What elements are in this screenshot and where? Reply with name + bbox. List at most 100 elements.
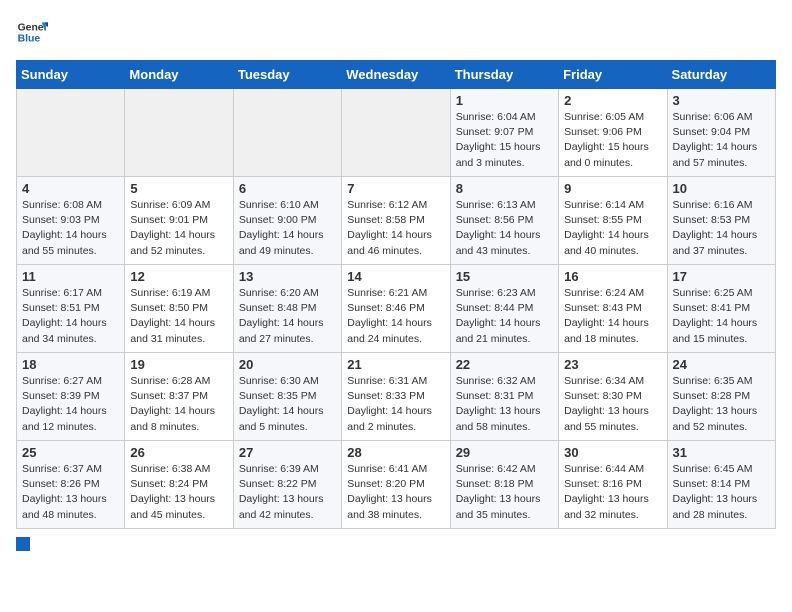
day-cell: 22 Sunrise: 6:32 AM Sunset: 8:31 PM Dayli… xyxy=(450,353,558,441)
day-number: 22 xyxy=(456,357,553,372)
day-number: 10 xyxy=(673,181,770,196)
day-number: 29 xyxy=(456,445,553,460)
day-number: 18 xyxy=(22,357,119,372)
day-cell: 12Sunrise: 6:19 AM Sunset: 8:50 PM Dayli… xyxy=(125,265,233,353)
day-detail: Sunrise: 6:05 AM Sunset: 9:06 PM Dayligh… xyxy=(564,110,661,171)
day-number: 1 xyxy=(456,93,553,108)
day-detail: Sunrise: 6:08 AM Sunset: 9:03 PM Dayligh… xyxy=(22,198,119,259)
day-detail: Sunrise: 6:27 AM Sunset: 8:39 PM Dayligh… xyxy=(22,374,119,435)
day-cell: 5Sunrise: 6:09 AM Sunset: 9:01 PM Daylig… xyxy=(125,177,233,265)
day-number: 30 xyxy=(564,445,661,460)
day-cell: 26Sunrise: 6:38 AM Sunset: 8:24 PM Dayli… xyxy=(125,441,233,529)
day-number: 27 xyxy=(239,445,336,460)
day-number: 24 xyxy=(673,357,770,372)
day-cell: 23 Sunrise: 6:34 AM Sunset: 8:30 PM Dayli… xyxy=(559,353,667,441)
day-number: 9 xyxy=(564,181,661,196)
page-header: General Blue xyxy=(16,16,776,48)
day-number: 7 xyxy=(347,181,444,196)
day-detail: Sunrise: 6:45 AM Sunset: 8:14 PM Dayligh… xyxy=(673,462,770,523)
day-number: 21 xyxy=(347,357,444,372)
day-detail: Sunrise: 6:09 AM Sunset: 9:01 PM Dayligh… xyxy=(130,198,227,259)
day-number: 15 xyxy=(456,269,553,284)
day-cell: 6Sunrise: 6:10 AM Sunset: 9:00 PM Daylig… xyxy=(233,177,341,265)
day-detail: Sunrise: 6:32 AM Sunset: 8:31 PM Dayligh… xyxy=(456,374,553,435)
day-cell: 28 Sunrise: 6:41 AM Sunset: 8:20 PM Dayli… xyxy=(342,441,450,529)
day-cell: 20 Sunrise: 6:30 AM Sunset: 8:35 PM Dayli… xyxy=(233,353,341,441)
day-cell: 10 Sunrise: 6:16 AM Sunset: 8:53 PM Dayli… xyxy=(667,177,775,265)
day-detail: Sunrise: 6:24 AM Sunset: 8:43 PM Dayligh… xyxy=(564,286,661,347)
day-cell: 16 Sunrise: 6:24 AM Sunset: 8:43 PM Dayli… xyxy=(559,265,667,353)
day-detail: Sunrise: 6:21 AM Sunset: 8:46 PM Dayligh… xyxy=(347,286,444,347)
day-number: 8 xyxy=(456,181,553,196)
day-detail: Sunrise: 6:16 AM Sunset: 8:53 PM Dayligh… xyxy=(673,198,770,259)
logo: General Blue xyxy=(16,16,48,48)
day-detail: Sunrise: 6:42 AM Sunset: 8:18 PM Dayligh… xyxy=(456,462,553,523)
day-number: 20 xyxy=(239,357,336,372)
col-header-wednesday: Wednesday xyxy=(342,61,450,89)
svg-text:Blue: Blue xyxy=(18,34,41,45)
day-number: 6 xyxy=(239,181,336,196)
day-number: 25 xyxy=(22,445,119,460)
day-detail: Sunrise: 6:31 AM Sunset: 8:33 PM Dayligh… xyxy=(347,374,444,435)
day-detail: Sunrise: 6:34 AM Sunset: 8:30 PM Dayligh… xyxy=(564,374,661,435)
day-cell: 21 Sunrise: 6:31 AM Sunset: 8:33 PM Dayli… xyxy=(342,353,450,441)
footer-bar xyxy=(16,537,776,551)
day-cell xyxy=(342,89,450,177)
day-number: 17 xyxy=(673,269,770,284)
day-number: 12 xyxy=(130,269,227,284)
day-detail: Sunrise: 6:35 AM Sunset: 8:28 PM Dayligh… xyxy=(673,374,770,435)
day-number: 14 xyxy=(347,269,444,284)
day-detail: Sunrise: 6:28 AM Sunset: 8:37 PM Dayligh… xyxy=(130,374,227,435)
day-cell: 9Sunrise: 6:14 AM Sunset: 8:55 PM Daylig… xyxy=(559,177,667,265)
col-header-tuesday: Tuesday xyxy=(233,61,341,89)
day-number: 16 xyxy=(564,269,661,284)
day-number: 31 xyxy=(673,445,770,460)
day-number: 28 xyxy=(347,445,444,460)
day-cell: 4 Sunrise: 6:08 AM Sunset: 9:03 PM Daylig… xyxy=(17,177,125,265)
day-detail: Sunrise: 6:39 AM Sunset: 8:22 PM Dayligh… xyxy=(239,462,336,523)
day-cell xyxy=(125,89,233,177)
day-detail: Sunrise: 6:30 AM Sunset: 8:35 PM Dayligh… xyxy=(239,374,336,435)
day-cell: 27 Sunrise: 6:39 AM Sunset: 8:22 PM Dayli… xyxy=(233,441,341,529)
day-number: 4 xyxy=(22,181,119,196)
day-cell: 25Sunrise: 6:37 AM Sunset: 8:26 PM Dayli… xyxy=(17,441,125,529)
header-row: SundayMondayTuesdayWednesdayThursdayFrid… xyxy=(17,61,776,89)
day-detail: Sunrise: 6:25 AM Sunset: 8:41 PM Dayligh… xyxy=(673,286,770,347)
day-cell: 1 Sunrise: 6:04 AM Sunset: 9:07 PM Daylig… xyxy=(450,89,558,177)
day-detail: Sunrise: 6:44 AM Sunset: 8:16 PM Dayligh… xyxy=(564,462,661,523)
day-detail: Sunrise: 6:41 AM Sunset: 8:20 PM Dayligh… xyxy=(347,462,444,523)
day-cell: 30 Sunrise: 6:44 AM Sunset: 8:16 PM Dayli… xyxy=(559,441,667,529)
day-cell: 31 Sunrise: 6:45 AM Sunset: 8:14 PM Dayli… xyxy=(667,441,775,529)
day-cell: 19 Sunrise: 6:28 AM Sunset: 8:37 PM Dayli… xyxy=(125,353,233,441)
col-header-thursday: Thursday xyxy=(450,61,558,89)
day-cell: 14 Sunrise: 6:21 AM Sunset: 8:46 PM Dayli… xyxy=(342,265,450,353)
day-cell: 15 Sunrise: 6:23 AM Sunset: 8:44 PM Dayli… xyxy=(450,265,558,353)
day-number: 3 xyxy=(673,93,770,108)
day-cell: 17 Sunrise: 6:25 AM Sunset: 8:41 PM Dayli… xyxy=(667,265,775,353)
day-detail: Sunrise: 6:20 AM Sunset: 8:48 PM Dayligh… xyxy=(239,286,336,347)
col-header-friday: Friday xyxy=(559,61,667,89)
day-detail: Sunrise: 6:38 AM Sunset: 8:24 PM Dayligh… xyxy=(130,462,227,523)
daylight-swatch xyxy=(16,537,30,551)
week-row-2: 4 Sunrise: 6:08 AM Sunset: 9:03 PM Daylig… xyxy=(17,177,776,265)
day-cell: 24 Sunrise: 6:35 AM Sunset: 8:28 PM Dayli… xyxy=(667,353,775,441)
day-detail: Sunrise: 6:06 AM Sunset: 9:04 PM Dayligh… xyxy=(673,110,770,171)
week-row-3: 11Sunrise: 6:17 AM Sunset: 8:51 PM Dayli… xyxy=(17,265,776,353)
day-detail: Sunrise: 6:12 AM Sunset: 8:58 PM Dayligh… xyxy=(347,198,444,259)
day-cell: 29 Sunrise: 6:42 AM Sunset: 8:18 PM Dayli… xyxy=(450,441,558,529)
day-detail: Sunrise: 6:04 AM Sunset: 9:07 PM Dayligh… xyxy=(456,110,553,171)
week-row-5: 25Sunrise: 6:37 AM Sunset: 8:26 PM Dayli… xyxy=(17,441,776,529)
week-row-4: 18 Sunrise: 6:27 AM Sunset: 8:39 PM Dayli… xyxy=(17,353,776,441)
calendar-table: SundayMondayTuesdayWednesdayThursdayFrid… xyxy=(16,60,776,529)
day-cell: 3 Sunrise: 6:06 AM Sunset: 9:04 PM Daylig… xyxy=(667,89,775,177)
col-header-monday: Monday xyxy=(125,61,233,89)
col-header-saturday: Saturday xyxy=(667,61,775,89)
col-header-sunday: Sunday xyxy=(17,61,125,89)
day-number: 19 xyxy=(130,357,227,372)
day-detail: Sunrise: 6:13 AM Sunset: 8:56 PM Dayligh… xyxy=(456,198,553,259)
day-cell: 8 Sunrise: 6:13 AM Sunset: 8:56 PM Daylig… xyxy=(450,177,558,265)
day-cell: 11Sunrise: 6:17 AM Sunset: 8:51 PM Dayli… xyxy=(17,265,125,353)
week-row-1: 1 Sunrise: 6:04 AM Sunset: 9:07 PM Daylig… xyxy=(17,89,776,177)
day-detail: Sunrise: 6:23 AM Sunset: 8:44 PM Dayligh… xyxy=(456,286,553,347)
day-number: 23 xyxy=(564,357,661,372)
